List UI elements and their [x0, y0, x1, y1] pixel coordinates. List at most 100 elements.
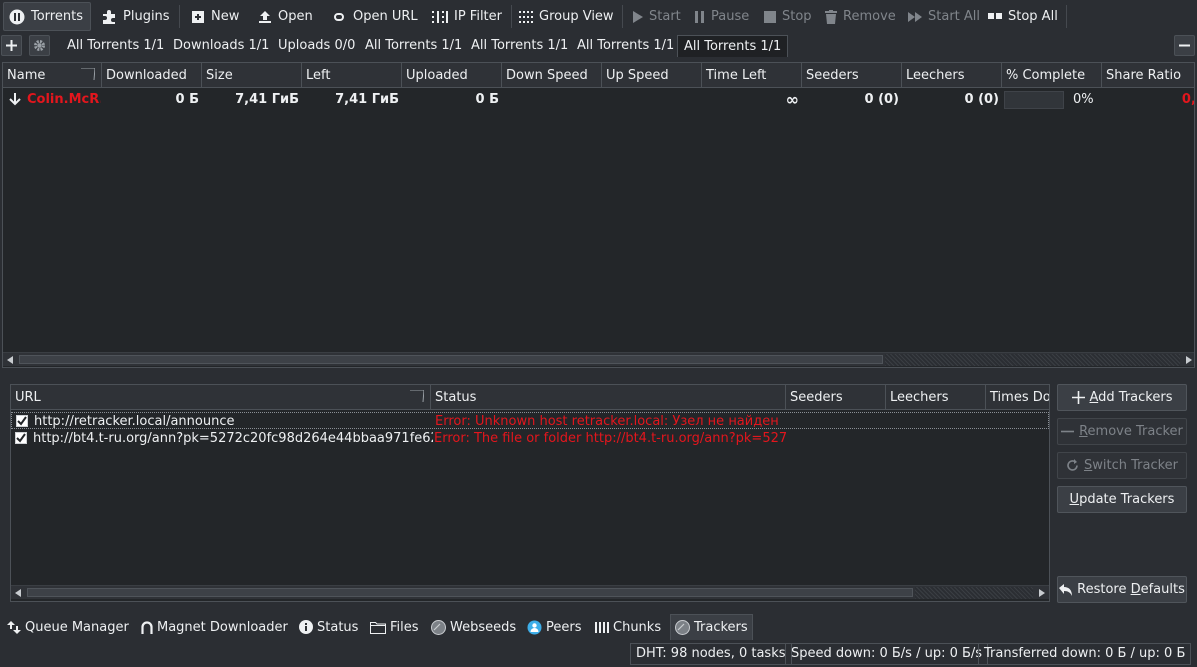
scroll-left-arrow[interactable] [11, 586, 25, 600]
column-header-leechers[interactable]: Leechers [886, 385, 986, 410]
column-header-url[interactable]: URL [11, 385, 431, 410]
link-icon [334, 12, 344, 21]
switch-tracker-button[interactable]: Switch Tracker [1057, 452, 1187, 479]
trackers-icon [675, 620, 690, 635]
new-button[interactable]: New [186, 2, 244, 31]
column-header-seeders[interactable]: Seeders [802, 63, 902, 88]
stop-all-label: Stop All [1008, 9, 1058, 24]
status-transferred: Transferred down: 0 Б / up: 0 Б [978, 643, 1192, 665]
column-header-status[interactable]: Status [431, 385, 786, 410]
tracker-row[interactable]: http://bt4.t-ru.org/ann?pk=5272c20fc98d2… [11, 430, 1049, 447]
filter-bar: All Torrents 1/1 Downloads 1/1 Uploads 0… [0, 33, 1197, 60]
column-header-uploaded[interactable]: Uploaded [402, 63, 502, 88]
filter-tab[interactable]: All Torrents 1/1 [359, 35, 468, 57]
open-url-button[interactable]: Open URL [326, 2, 423, 31]
column-header-leechers[interactable]: Leechers [902, 63, 1002, 88]
fast-forward-icon [908, 11, 922, 22]
pause-button[interactable]: Pause [690, 2, 754, 31]
stop-all-icon [988, 12, 1002, 19]
filter-tab[interactable]: All Torrents 1/1 [465, 35, 574, 57]
tracker-checkbox[interactable] [15, 432, 27, 444]
filter-tab[interactable]: All Torrents 1/1 [571, 35, 680, 57]
tab-label: Webseeds [450, 619, 517, 635]
column-header-left[interactable]: Left [302, 63, 402, 88]
column-header-down-speed[interactable]: Down Speed [502, 63, 602, 88]
filter-tab[interactable]: All Torrents 1/1 [61, 35, 170, 57]
pause-label: Pause [711, 9, 750, 24]
minus-icon [1179, 44, 1190, 47]
scroll-right-arrow[interactable] [1182, 353, 1194, 367]
add-trackers-label: Add Trackers [1089, 390, 1173, 405]
tracker-status: Error: Unknown host retracker.local: Узе… [435, 414, 779, 429]
tab-chunks[interactable]: Chunks [591, 614, 665, 640]
collapse-button[interactable] [1174, 35, 1195, 56]
tab-peers[interactable]: Peers [523, 614, 586, 640]
info-icon [299, 620, 313, 634]
torrent-leechers: 0 (0) [964, 92, 1000, 107]
tracker-row[interactable]: http://retracker.local/announce Error: U… [11, 412, 1049, 429]
tab-label: Status [317, 619, 359, 635]
stop-all-button[interactable]: Stop All [983, 2, 1063, 31]
column-header-downloaded[interactable]: Downloaded [102, 63, 202, 88]
peers-icon [527, 620, 542, 634]
magnet-icon [141, 620, 153, 634]
torrent-list-hscrollbar[interactable] [3, 352, 1194, 367]
puzzle-icon [103, 9, 115, 24]
scroll-right-arrow[interactable] [1035, 586, 1049, 600]
tab-trackers[interactable]: Trackers [670, 614, 753, 640]
toolbar-separator [1066, 5, 1067, 28]
remove-label: Remove [843, 9, 896, 24]
tab-label: Peers [546, 619, 582, 635]
scroll-right-icon [1186, 356, 1192, 364]
scrollbar-thumb[interactable] [19, 355, 883, 364]
scrollbar-track [915, 587, 1033, 599]
filter-tab[interactable]: Downloads 1/1 [167, 35, 275, 57]
start-button[interactable]: Start [628, 2, 686, 31]
stop-label: Stop [782, 9, 812, 24]
column-header-up-speed[interactable]: Up Speed [602, 63, 702, 88]
tracker-checkbox[interactable] [16, 415, 28, 427]
trackers-table: URL Status Seeders Leechers Times Dov ht… [10, 384, 1050, 602]
plugins-button[interactable]: Plugins [96, 2, 175, 31]
update-trackers-button[interactable]: Update Trackers [1057, 486, 1187, 513]
column-header-size[interactable]: Size [202, 63, 302, 88]
remove-button[interactable]: Remove [820, 2, 901, 31]
add-trackers-button[interactable]: Add Trackers [1057, 384, 1187, 411]
sort-indicator-icon [81, 68, 95, 80]
column-header-seeders[interactable]: Seeders [786, 385, 886, 410]
column-header-share-ratio[interactable]: Share Ratio [1102, 63, 1194, 88]
filter-tab-active[interactable]: All Torrents 1/1 [677, 35, 789, 57]
scroll-left-arrow[interactable] [3, 353, 17, 367]
tab-magnet-downloader[interactable]: Magnet Downloader [137, 614, 292, 640]
add-filter-button[interactable] [1, 35, 22, 56]
tab-queue-manager[interactable]: Queue Manager [3, 614, 133, 640]
filter-settings-button[interactable] [29, 35, 50, 56]
column-header-time-left[interactable]: Time Left [702, 63, 802, 88]
open-button[interactable]: Open [253, 2, 318, 31]
torrent-complete-percent: 0% [1073, 92, 1094, 107]
chunks-icon [595, 621, 609, 633]
tab-label: Files [390, 619, 419, 635]
ip-filter-button[interactable]: IP Filter [427, 2, 507, 31]
column-header-complete[interactable]: % Complete [1002, 63, 1102, 88]
trackers-header: URL Status Seeders Leechers Times Dov [11, 385, 1049, 410]
toolbar-separator [511, 5, 512, 28]
scrollbar-thumb[interactable] [27, 588, 913, 597]
queue-icon [7, 620, 21, 634]
restore-defaults-button[interactable]: Restore Defaults [1057, 576, 1187, 603]
torrents-button[interactable]: Torrents [3, 2, 91, 31]
tab-files[interactable]: Files [366, 614, 423, 640]
trackers-hscrollbar[interactable] [11, 585, 1049, 600]
column-header-times-downloaded[interactable]: Times Dov [986, 385, 1049, 410]
trash-icon [825, 9, 837, 24]
column-header-name[interactable]: Name [3, 63, 102, 88]
plugins-label: Plugins [123, 9, 170, 24]
tab-status[interactable]: Status [295, 614, 362, 640]
stop-button[interactable]: Stop [759, 2, 817, 31]
open-label: Open [278, 9, 313, 24]
remove-tracker-button[interactable]: Remove Tracker [1057, 418, 1187, 445]
group-view-button[interactable]: Group View [514, 2, 619, 31]
tab-webseeds[interactable]: Webseeds [427, 614, 520, 640]
start-all-button[interactable]: Start All [903, 2, 985, 31]
filter-tab[interactable]: Uploads 0/0 [272, 35, 361, 57]
